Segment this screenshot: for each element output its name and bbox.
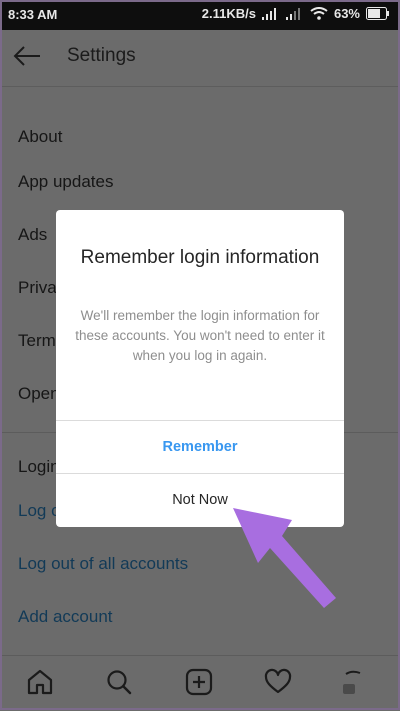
pointer-arrow-icon [233, 508, 336, 608]
